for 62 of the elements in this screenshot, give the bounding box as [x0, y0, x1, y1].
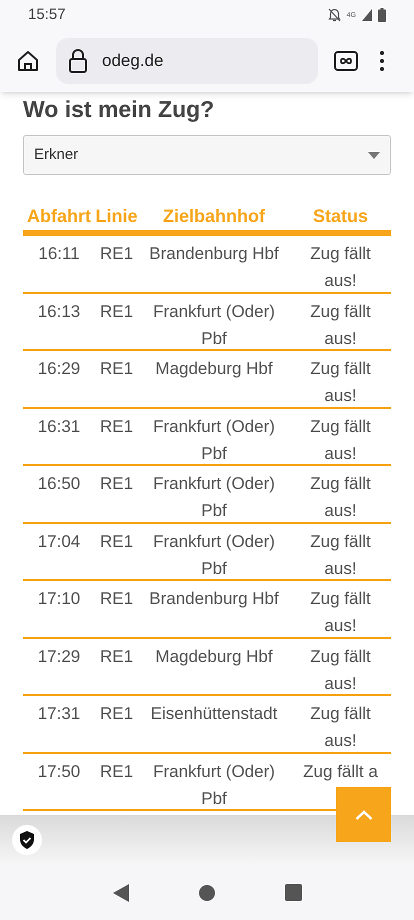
table-cell-text: RE1 — [98, 588, 134, 610]
url-text: odeg.de — [102, 50, 164, 72]
table-cell-text: 17:50 — [36, 760, 82, 782]
table-cell-text: RE1 — [98, 473, 134, 495]
table-cell-text: Zug fällt aus! — [309, 416, 372, 464]
table-cell-text: RE1 — [98, 243, 134, 265]
table-cell-text: 17:04 — [36, 530, 82, 552]
address-bar[interactable]: odeg.de — [56, 38, 318, 84]
table-cell-text: 16:31 — [36, 416, 82, 438]
table-cell-text: Brandenburg Hbf — [148, 588, 280, 610]
table-cell-text: 17:31 — [36, 703, 82, 725]
more-menu-icon[interactable] — [380, 51, 384, 71]
dropdown-arrow-icon — [368, 152, 380, 158]
signal-icon — [362, 9, 372, 21]
table-cell-text: Frankfurt (Oder) Pbf — [152, 473, 276, 522]
table-cell-text: Zug fällt aus! — [309, 300, 372, 350]
home-icon[interactable] — [16, 49, 40, 73]
table-cell-text: Frankfurt (Oder) Pbf — [152, 530, 276, 580]
table-cell-text: RE1 — [98, 416, 134, 438]
tab-switcher-icon[interactable] — [334, 51, 358, 71]
table-cell-text: RE1 — [98, 703, 134, 725]
recents-icon[interactable] — [284, 884, 302, 901]
table-cell-text: RE1 — [98, 530, 134, 552]
table-cell-text: Zug fällt aus! — [309, 473, 372, 522]
home-nav-icon[interactable] — [198, 884, 214, 900]
table-cell-text: Frankfurt (Oder) Pbf — [152, 300, 276, 350]
clock: 15:57 — [28, 4, 66, 25]
table-cell-text: RE1 — [98, 300, 134, 322]
shield-check-icon[interactable] — [12, 825, 42, 855]
table-cell-text: Zug fällt aus! — [309, 243, 372, 292]
table-cell-text: Zug fällt aus! — [309, 358, 372, 407]
bell-off-icon — [328, 8, 341, 22]
table-cell-text: Brandenburg Hbf — [148, 243, 280, 265]
table-cell-text: Zug fällt aus! — [309, 588, 372, 637]
table-cell-text: Zug fällt aus! — [309, 530, 372, 580]
table-cell-text: RE1 — [98, 358, 134, 380]
column-header: Status — [312, 205, 369, 228]
table-cell-text: Frankfurt (Oder) Pbf — [152, 416, 276, 464]
column-header: Linie — [95, 205, 138, 228]
table-cell-text: Zug fällt aus! — [309, 703, 372, 752]
table-cell-text: Magdeburg Hbf — [154, 646, 274, 668]
column-header: Abfahrt — [26, 205, 92, 228]
table-cell-text: 16:13 — [36, 300, 82, 322]
table-cell-text: RE1 — [98, 646, 134, 668]
lock-icon — [68, 49, 88, 73]
page-heading: Wo ist mein Zug? — [23, 95, 216, 123]
station-select[interactable]: Erkner — [23, 135, 391, 175]
table-cell-text: 16:29 — [36, 358, 82, 380]
chevron-up-icon — [354, 810, 372, 820]
table-cell-text: RE1 — [98, 760, 134, 782]
table-cell-text: Zug fällt aus! — [309, 646, 372, 694]
table-cell-text: Frankfurt (Oder) Pbf — [152, 760, 276, 810]
column-header: Zielbahnhof — [162, 205, 266, 228]
battery-icon — [378, 8, 386, 22]
table-cell-text: Zug fällt a — [302, 760, 379, 782]
table-cell-text: 16:11 — [37, 243, 81, 265]
table-cell-text: Eisenhüttenstadt — [150, 703, 278, 725]
table-cell-text: 17:10 — [36, 588, 82, 610]
back-icon[interactable] — [112, 884, 128, 902]
table-cell-text: Magdeburg Hbf — [154, 358, 274, 380]
table-cell-text: 17:29 — [36, 646, 82, 668]
table-cell-text: 16:50 — [36, 473, 82, 495]
